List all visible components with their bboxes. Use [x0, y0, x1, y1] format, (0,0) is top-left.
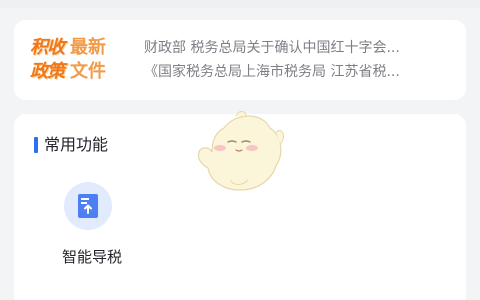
brand-strong-line2: 政策 [30, 61, 65, 82]
brand-light-line1: 最新 [70, 37, 106, 58]
function-label: 智能导税 [61, 248, 122, 266]
news-item[interactable]: 财政部 税务总局关于确认中国红十字会... [144, 36, 454, 60]
news-item[interactable]: 《国家税务总局上海市税务局 江苏省税... [144, 60, 454, 84]
top-strip [0, 0, 480, 8]
section-title-bar [34, 137, 38, 153]
brand-light-line2: 文件 [70, 61, 106, 82]
mascot-illustration [197, 111, 284, 191]
mascot-character [196, 110, 286, 196]
brand-strong-line1: 积收 [30, 37, 65, 58]
policy-brand-logo: 积收 最新 政策 文件 [30, 36, 134, 84]
document-upload-icon-svg [78, 194, 98, 218]
section-title-text: 常用功能 [44, 135, 109, 154]
document-upload-icon [64, 182, 112, 230]
policy-card[interactable]: 积收 最新 政策 文件 财政部 税务总局关于确认中国红十字会... 《国家税务总局上… [14, 20, 466, 100]
section-title: 常用功能 [34, 134, 108, 156]
